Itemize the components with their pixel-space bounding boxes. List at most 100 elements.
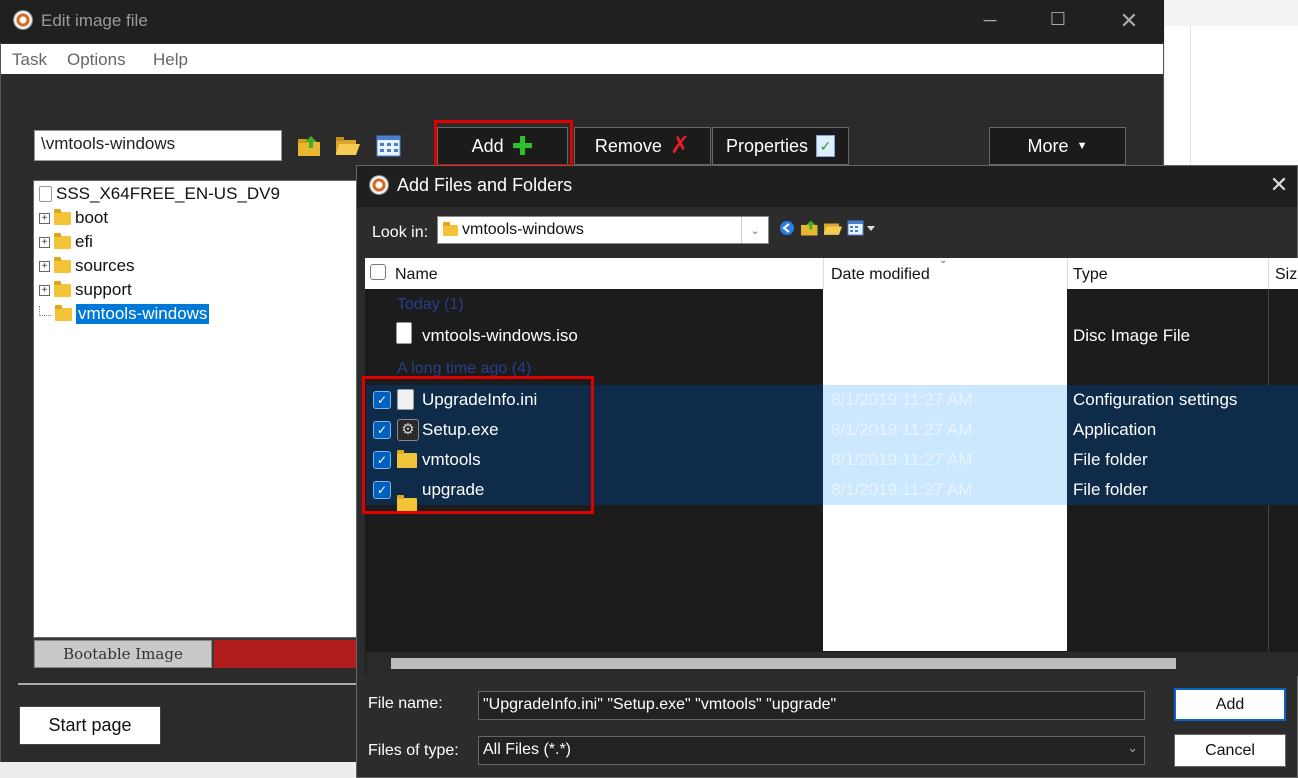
folder-icon — [55, 304, 72, 321]
row-checkbox[interactable]: ✓ — [373, 421, 391, 439]
folder-up-icon[interactable] — [297, 134, 323, 158]
desktop-strip — [1165, 0, 1298, 26]
tree-item-vmtools-windows[interactable]: vmtools-windows — [39, 304, 210, 324]
folder-icon — [397, 450, 417, 468]
up-folder-icon[interactable] — [800, 219, 820, 237]
view-grid-icon[interactable] — [376, 134, 402, 158]
column-type[interactable]: Type — [1073, 266, 1108, 284]
setup-gear-icon: ⚙ — [397, 419, 419, 441]
dialog-title: Add Files and Folders — [397, 175, 573, 195]
column-name[interactable]: Name — [395, 266, 438, 284]
properties-check-icon: ✓ — [816, 135, 836, 157]
add-button-label: Add — [471, 135, 504, 156]
maximize-icon[interactable]: ☐ — [1043, 9, 1073, 30]
file-page-icon — [396, 322, 412, 344]
row-date: 8/1/2019 11:27 AM — [831, 450, 973, 469]
tree-item-boot[interactable]: + boot — [39, 208, 108, 228]
tree-item-efi[interactable]: + efi — [39, 232, 93, 252]
tab-bootable-image[interactable]: Bootable Image — [34, 640, 212, 668]
row-type: Application — [1073, 420, 1157, 439]
row-date: 8/1/2019 11:27 AM — [831, 480, 973, 499]
expand-icon[interactable]: + — [39, 260, 50, 272]
chevron-down-icon: ⌄ — [1127, 740, 1138, 755]
view-menu-icon[interactable] — [847, 220, 877, 236]
folder-icon — [54, 256, 71, 273]
close-icon[interactable]: ✕ — [1114, 8, 1144, 34]
folder-icon — [54, 280, 71, 297]
back-icon[interactable] — [778, 219, 796, 237]
tree-root[interactable]: SSS_X64FREE_EN-US_DV9 — [39, 184, 280, 204]
file-iso-type: Disc Image File — [1073, 326, 1191, 345]
tree-item-label: support — [75, 280, 132, 299]
file-name-input[interactable]: "UpgradeInfo.ini" "Setup.exe" "vmtools" … — [478, 691, 1145, 720]
disc-file-icon — [39, 186, 52, 202]
tree-item-label: vmtools-windows — [76, 304, 210, 324]
row-date: 8/1/2019 11:27 AM — [831, 390, 973, 409]
main-window-title: Edit image file — [41, 11, 148, 30]
row-type: File folder — [1073, 480, 1148, 499]
dialog-cancel-button[interactable]: Cancel — [1174, 734, 1286, 767]
remove-button[interactable]: Remove ✗ — [574, 127, 711, 165]
row-type: File folder — [1073, 450, 1148, 469]
expand-icon[interactable]: + — [39, 284, 50, 296]
chevron-down-icon[interactable]: ⌄ — [741, 217, 768, 243]
folder-icon — [54, 232, 71, 249]
tree-item-support[interactable]: + support — [39, 280, 132, 300]
row-name: upgrade — [422, 480, 485, 499]
app-disc-icon — [14, 11, 32, 29]
dialog-add-button[interactable]: Add — [1174, 688, 1286, 721]
tree-item-label: boot — [75, 208, 109, 227]
tree-item-label: sources — [75, 256, 135, 275]
column-size[interactable]: Siz — [1275, 266, 1297, 284]
more-button[interactable]: More ▼ — [989, 127, 1126, 165]
tree-item-sources[interactable]: + sources — [39, 256, 135, 276]
menu-help[interactable]: Help — [153, 50, 188, 70]
tree-item-label: efi — [75, 232, 93, 251]
open-folder-icon[interactable] — [335, 134, 361, 158]
tree-root-label: SSS_X64FREE_EN-US_DV9 — [56, 184, 280, 203]
files-of-type-select[interactable]: All Files (*.*) ⌄ — [478, 736, 1145, 765]
files-of-type-label: Files of type: — [368, 742, 459, 759]
start-page-button[interactable]: Start page — [19, 706, 161, 745]
expand-icon[interactable]: + — [39, 236, 50, 248]
select-all-checkbox[interactable] — [370, 264, 386, 280]
row-checkbox[interactable]: ✓ — [373, 451, 391, 469]
row-name: UpgradeInfo.ini — [422, 390, 538, 409]
more-button-label: More — [1027, 135, 1069, 156]
menu-task[interactable]: Task — [12, 50, 47, 70]
group-older[interactable]: A long time ago (4) — [397, 360, 531, 378]
folder-icon — [443, 221, 458, 236]
remove-button-label: Remove — [594, 135, 662, 156]
column-separator — [1268, 258, 1269, 289]
properties-button-label: Properties — [725, 135, 809, 156]
dropdown-arrow-icon: ▼ — [1076, 140, 1088, 152]
group-today[interactable]: Today (1) — [397, 296, 464, 314]
expand-icon[interactable]: + — [39, 212, 50, 224]
disc-image-icon — [396, 322, 416, 346]
column-separator — [823, 258, 824, 289]
red-x-icon: ✗ — [669, 132, 691, 159]
properties-button[interactable]: Properties ✓ — [712, 127, 849, 165]
plus-icon: ✚ — [511, 131, 534, 161]
folder-icon — [54, 208, 71, 225]
look-in-dropdown[interactable]: vmtools-windows ⌄ — [437, 216, 769, 244]
add-button[interactable]: Add ✚ — [437, 127, 568, 165]
file-iso-name[interactable]: vmtools-windows.iso — [422, 326, 578, 346]
row-checkbox[interactable]: ✓ — [373, 391, 391, 409]
dialog-close-icon[interactable]: ✕ — [1266, 172, 1292, 198]
row-checkbox[interactable]: ✓ — [373, 481, 391, 499]
new-folder-icon[interactable] — [823, 219, 843, 237]
scrollbar-thumb[interactable] — [391, 658, 1176, 669]
sort-chevron-icon: ⌄ — [939, 255, 948, 266]
minimize-icon[interactable]: ─ — [975, 10, 1005, 31]
menu-options[interactable]: Options — [67, 50, 126, 70]
row-date: 8/1/2019 11:27 AM — [831, 420, 973, 439]
path-field[interactable]: \vmtools-windows — [34, 130, 282, 161]
tab-red-indicator[interactable] — [214, 640, 363, 668]
tree-connector — [39, 306, 51, 316]
row-name: Setup.exe — [422, 420, 499, 439]
column-date-modified[interactable]: Date modified — [831, 266, 930, 284]
look-in-label: Look in: — [372, 224, 429, 241]
dialog-app-icon — [370, 176, 388, 194]
folder-icon — [397, 495, 417, 513]
